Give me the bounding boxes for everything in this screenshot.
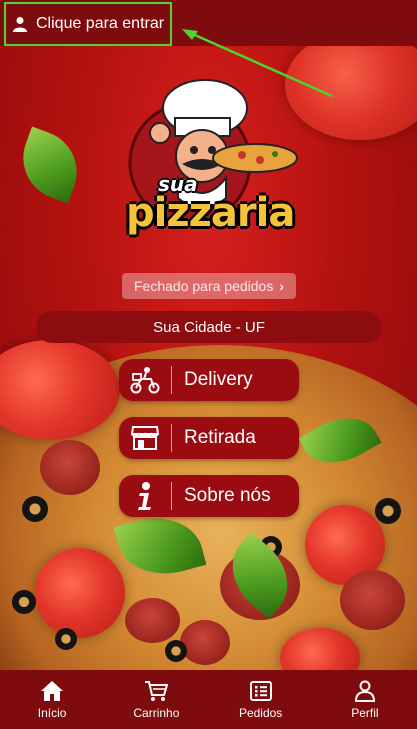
info-icon	[119, 481, 171, 511]
salami-slice	[40, 440, 100, 495]
tab-profile-label: Perfil	[351, 705, 379, 720]
store-status-label: Fechado para pedidos	[134, 278, 274, 294]
tab-cart[interactable]: Carrinho	[104, 670, 208, 729]
profile-icon	[354, 680, 375, 702]
bottom-navigation: Início Carrinho Pedidos Perfil	[0, 670, 417, 729]
olive	[22, 496, 48, 522]
login-button[interactable]: Clique para entrar	[4, 2, 172, 46]
salami-slice	[180, 620, 230, 665]
delivery-button[interactable]: Delivery	[119, 359, 299, 401]
olive	[165, 640, 187, 662]
salami-slice	[340, 570, 405, 630]
tab-cart-label: Carrinho	[133, 705, 180, 720]
login-label: Clique para entrar	[36, 15, 165, 32]
olive	[12, 590, 36, 614]
city-selector[interactable]: Sua Cidade - UF	[36, 311, 382, 343]
tab-orders-label: Pedidos	[238, 705, 283, 720]
cart-icon	[145, 680, 169, 701]
tab-home[interactable]: Início	[0, 670, 104, 729]
pickup-label: Retirada	[184, 427, 256, 448]
delivery-label: Delivery	[184, 369, 253, 390]
store-status-badge[interactable]: Fechado para pedidos ›	[122, 273, 296, 299]
tomato-slice	[35, 548, 125, 638]
olive	[375, 498, 401, 524]
logo-word-pizzaria: pizzaria	[126, 190, 295, 236]
basil-leaf	[11, 126, 89, 204]
olive	[55, 628, 77, 650]
delivery-scooter-icon	[119, 366, 171, 394]
pickup-button[interactable]: Retirada	[119, 417, 299, 459]
about-label: Sobre nós	[184, 485, 271, 506]
city-label: Sua Cidade - UF	[153, 318, 265, 336]
tab-home-label: Início	[37, 705, 67, 720]
about-button[interactable]: Sobre nós	[119, 475, 299, 517]
orders-icon	[249, 680, 272, 701]
store-icon	[119, 425, 171, 451]
home-icon	[41, 680, 64, 701]
tab-orders[interactable]: Pedidos	[209, 670, 313, 729]
user-icon	[13, 17, 27, 32]
chevron-right-icon: ›	[279, 278, 284, 294]
tab-profile[interactable]: Perfil	[313, 670, 417, 729]
salami-slice	[125, 598, 180, 643]
